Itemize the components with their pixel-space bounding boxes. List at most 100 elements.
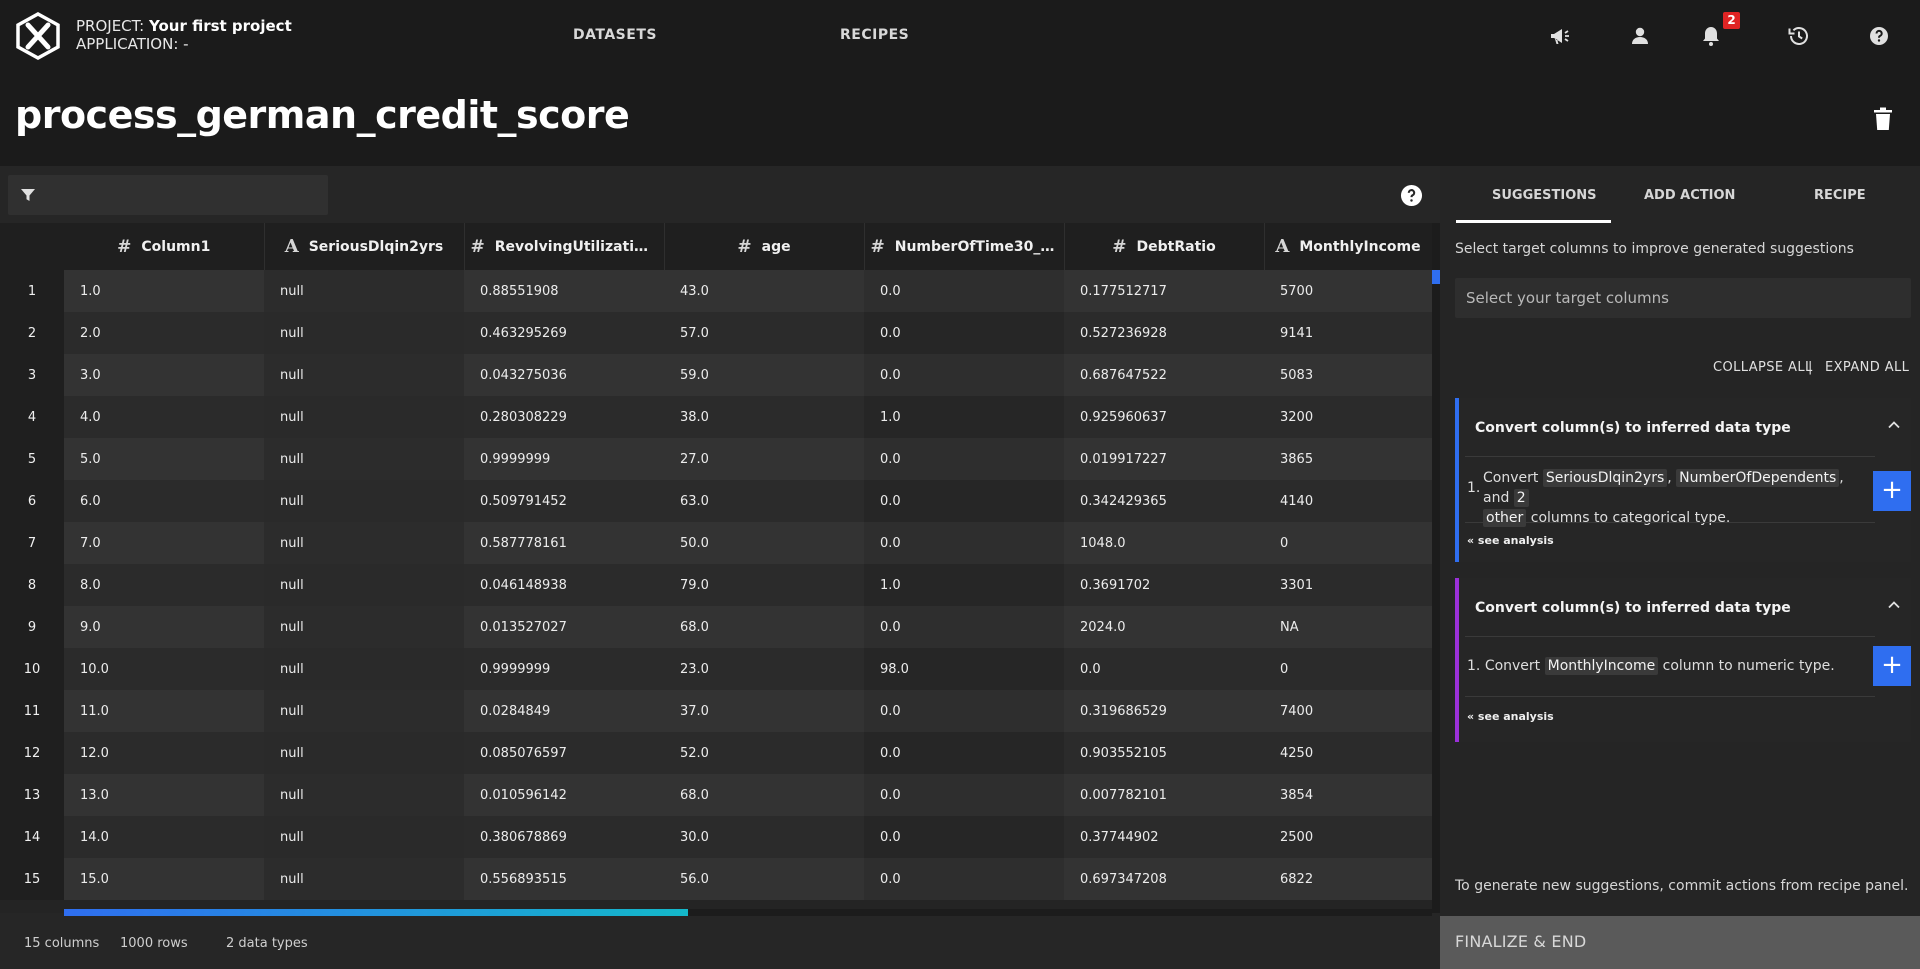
table-cell[interactable]: 37.0 bbox=[664, 690, 864, 732]
table-cell[interactable]: 1.0 bbox=[64, 270, 264, 312]
table-cell[interactable]: 0.903552105 bbox=[1064, 732, 1264, 774]
filter-icon[interactable] bbox=[20, 187, 36, 203]
table-cell[interactable]: 0.280308229 bbox=[464, 396, 664, 438]
table-cell[interactable]: 1.0 bbox=[864, 564, 1064, 606]
table-cell[interactable]: 0.0 bbox=[864, 774, 1064, 816]
table-cell[interactable]: 79.0 bbox=[664, 564, 864, 606]
table-cell[interactable]: 63.0 bbox=[664, 480, 864, 522]
table-cell[interactable]: null bbox=[264, 816, 464, 858]
table-cell[interactable]: 27.0 bbox=[664, 438, 864, 480]
table-cell[interactable]: 5.0 bbox=[64, 438, 264, 480]
horizontal-scrollbar[interactable] bbox=[64, 909, 1432, 916]
table-cell[interactable]: 0.0 bbox=[864, 312, 1064, 354]
table-cell[interactable]: 7400 bbox=[1264, 690, 1432, 732]
table-cell[interactable]: NA bbox=[1264, 606, 1432, 648]
table-cell[interactable]: 0.527236928 bbox=[1064, 312, 1264, 354]
table-cell[interactable]: null bbox=[264, 396, 464, 438]
table-cell[interactable]: null bbox=[264, 354, 464, 396]
table-cell[interactable]: 5083 bbox=[1264, 354, 1432, 396]
trash-icon[interactable] bbox=[1872, 107, 1894, 131]
expand-all-link[interactable]: EXPAND ALL bbox=[1825, 360, 1909, 375]
table-cell[interactable]: 0.37744902 bbox=[1064, 816, 1264, 858]
table-row[interactable]: 11 11.0 null 0.0284849 37.0 0.0 0.319686529 740… bbox=[0, 690, 1432, 732]
table-row[interactable]: 1 1.0 null 0.88551908 43.0 0.0 0.177512717 5700 bbox=[0, 270, 1432, 312]
table-cell[interactable]: 15.0 bbox=[64, 858, 264, 900]
table-cell[interactable]: 0.0 bbox=[864, 732, 1064, 774]
table-cell[interactable]: 0 bbox=[1264, 522, 1432, 564]
table-cell[interactable]: 7.0 bbox=[64, 522, 264, 564]
table-cell[interactable]: 3200 bbox=[1264, 396, 1432, 438]
table-cell[interactable]: 0.0 bbox=[864, 816, 1064, 858]
table-row[interactable]: 13 13.0 null 0.010596142 68.0 0.0 0.007782101 3… bbox=[0, 774, 1432, 816]
table-cell[interactable]: 3301 bbox=[1264, 564, 1432, 606]
table-cell[interactable]: 3865 bbox=[1264, 438, 1432, 480]
table-row[interactable]: 7 7.0 null 0.587778161 50.0 0.0 1048.0 0 bbox=[0, 522, 1432, 564]
horizontal-scroll-thumb[interactable] bbox=[64, 909, 688, 916]
table-cell[interactable]: 9.0 bbox=[64, 606, 264, 648]
table-cell[interactable]: 6822 bbox=[1264, 858, 1432, 900]
table-cell[interactable]: 0.0 bbox=[864, 270, 1064, 312]
table-cell[interactable]: 3.0 bbox=[64, 354, 264, 396]
table-cell[interactable]: 68.0 bbox=[664, 774, 864, 816]
table-row[interactable]: 4 4.0 null 0.280308229 38.0 1.0 0.925960637 320… bbox=[0, 396, 1432, 438]
table-row[interactable]: 15 15.0 null 0.556893515 56.0 0.0 0.697347208 6… bbox=[0, 858, 1432, 900]
table-cell[interactable]: null bbox=[264, 606, 464, 648]
column-header[interactable]: # DebtRatio bbox=[1064, 223, 1265, 270]
table-cell[interactable]: null bbox=[264, 438, 464, 480]
see-analysis-link[interactable]: « see analysis bbox=[1467, 710, 1554, 723]
table-cell[interactable]: 0.0 bbox=[864, 858, 1064, 900]
table-cell[interactable]: 56.0 bbox=[664, 858, 864, 900]
table-cell[interactable]: null bbox=[264, 774, 464, 816]
table-cell[interactable]: 2500 bbox=[1264, 816, 1432, 858]
table-cell[interactable]: 0.687647522 bbox=[1064, 354, 1264, 396]
table-cell[interactable]: 0.0 bbox=[1064, 648, 1264, 690]
table-row[interactable]: 9 9.0 null 0.013527027 68.0 0.0 2024.0 NA bbox=[0, 606, 1432, 648]
tab-recipe[interactable]: RECIPE bbox=[1814, 188, 1866, 203]
table-cell[interactable]: null bbox=[264, 732, 464, 774]
table-cell[interactable]: null bbox=[264, 522, 464, 564]
table-cell[interactable]: 0.509791452 bbox=[464, 480, 664, 522]
table-cell[interactable]: 0.010596142 bbox=[464, 774, 664, 816]
table-cell[interactable]: 0.556893515 bbox=[464, 858, 664, 900]
vertical-scroll-thumb[interactable] bbox=[1432, 270, 1440, 284]
table-cell[interactable]: 0.380678869 bbox=[464, 816, 664, 858]
table-cell[interactable]: 8.0 bbox=[64, 564, 264, 606]
table-cell[interactable]: 5700 bbox=[1264, 270, 1432, 312]
table-cell[interactable]: 0.177512717 bbox=[1064, 270, 1264, 312]
see-analysis-link[interactable]: « see analysis bbox=[1467, 534, 1554, 547]
table-row[interactable]: 3 3.0 null 0.043275036 59.0 0.0 0.687647522 508… bbox=[0, 354, 1432, 396]
table-cell[interactable]: 0.3691702 bbox=[1064, 564, 1264, 606]
finalize-button[interactable]: FINALIZE & END bbox=[1440, 916, 1920, 969]
table-cell[interactable]: 0.019917227 bbox=[1064, 438, 1264, 480]
vertical-scrollbar[interactable] bbox=[1432, 223, 1440, 913]
table-cell[interactable]: null bbox=[264, 480, 464, 522]
column-header[interactable]: # RevolvingUtilizatio... bbox=[464, 223, 665, 270]
table-row[interactable]: 10 10.0 null 0.9999999 23.0 98.0 0.0 0 bbox=[0, 648, 1432, 690]
table-cell[interactable]: 57.0 bbox=[664, 312, 864, 354]
table-row[interactable]: 5 5.0 null 0.9999999 27.0 0.0 0.019917227 3865 bbox=[0, 438, 1432, 480]
table-row[interactable]: 8 8.0 null 0.046148938 79.0 1.0 0.3691702 3301 bbox=[0, 564, 1432, 606]
table-row[interactable]: 14 14.0 null 0.380678869 30.0 0.0 0.37744902 25… bbox=[0, 816, 1432, 858]
column-header[interactable]: A MonthlyIncome bbox=[1264, 223, 1432, 270]
table-cell[interactable]: 6.0 bbox=[64, 480, 264, 522]
table-cell[interactable]: 12.0 bbox=[64, 732, 264, 774]
table-cell[interactable]: 0.0 bbox=[864, 690, 1064, 732]
collapse-all-link[interactable]: COLLAPSE ALL bbox=[1713, 360, 1813, 375]
tab-suggestions[interactable]: SUGGESTIONS bbox=[1492, 188, 1597, 203]
table-cell[interactable]: 68.0 bbox=[664, 606, 864, 648]
tab-add-action[interactable]: ADD ACTION bbox=[1644, 188, 1735, 203]
target-columns-select[interactable]: Select your target columns bbox=[1455, 278, 1911, 318]
table-row[interactable]: 6 6.0 null 0.509791452 63.0 0.0 0.342429365 414… bbox=[0, 480, 1432, 522]
table-cell[interactable]: 4250 bbox=[1264, 732, 1432, 774]
table-cell[interactable]: 0.043275036 bbox=[464, 354, 664, 396]
table-cell[interactable]: 0.085076597 bbox=[464, 732, 664, 774]
history-icon[interactable] bbox=[1787, 24, 1811, 48]
table-cell[interactable]: 0.697347208 bbox=[1064, 858, 1264, 900]
table-cell[interactable]: 0.0 bbox=[864, 438, 1064, 480]
help-icon[interactable] bbox=[1400, 184, 1423, 207]
table-cell[interactable]: 0.925960637 bbox=[1064, 396, 1264, 438]
user-icon[interactable] bbox=[1628, 24, 1652, 48]
table-cell[interactable]: 0.587778161 bbox=[464, 522, 664, 564]
column-header[interactable]: # age bbox=[664, 223, 865, 270]
table-cell[interactable]: 11.0 bbox=[64, 690, 264, 732]
